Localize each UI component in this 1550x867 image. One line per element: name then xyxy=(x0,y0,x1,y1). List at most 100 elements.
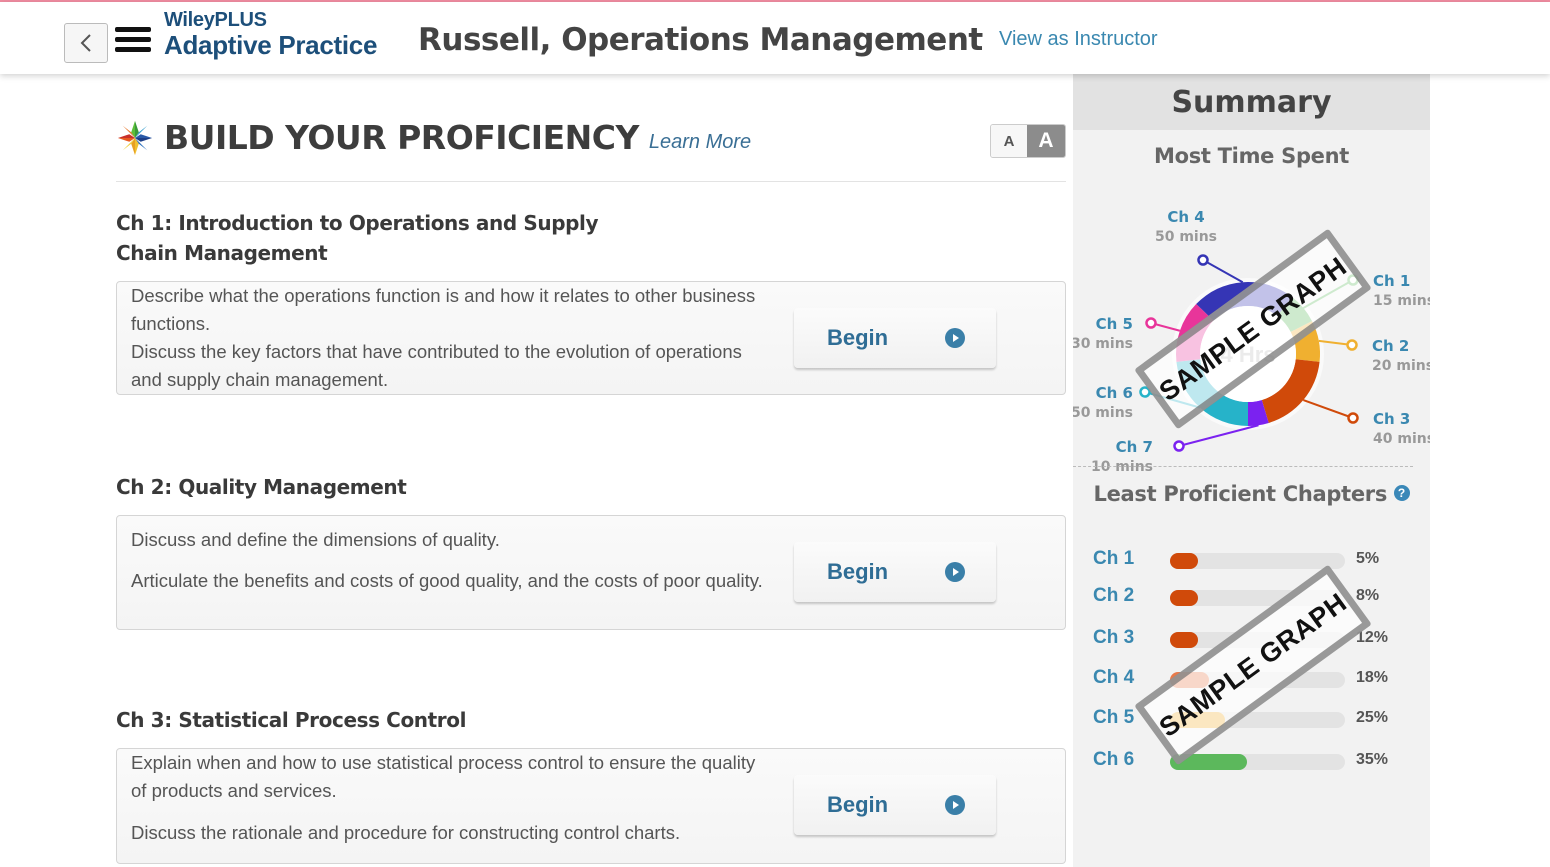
chapter-title: Ch 2: Quality Management xyxy=(116,472,1066,502)
bar-category-label[interactable]: Ch 1 xyxy=(1093,548,1134,570)
bar-value-label: 12% xyxy=(1356,629,1389,646)
donut-category-label: Ch 4 xyxy=(1167,208,1204,226)
least-proficient-title: Least Proficient Chapters xyxy=(1093,482,1388,506)
leader-marker xyxy=(1197,254,1209,266)
donut-value-label: 20 mins xyxy=(1372,358,1430,374)
bar-row: Ch 5 25% xyxy=(1093,707,1413,731)
back-button[interactable] xyxy=(64,23,108,63)
donut-value-label: 40 mins xyxy=(1373,431,1430,447)
donut-center-label: 4 Hrs xyxy=(1220,342,1275,367)
leader-marker xyxy=(1145,317,1157,329)
bar-value-label: 18% xyxy=(1356,669,1389,686)
star-logo-icon xyxy=(117,120,153,156)
chapter-card: Ch 3: Statistical Process Control Explai… xyxy=(116,705,1066,864)
donut-category-label: Ch 7 xyxy=(1116,438,1153,456)
chapter-title-line-1: Ch 2: Quality Management xyxy=(116,475,407,499)
leader-line xyxy=(1178,424,1259,447)
objectives-box: Discuss and define the dimensions of qua… xyxy=(116,515,1066,630)
bar-category-label[interactable]: Ch 4 xyxy=(1093,667,1134,689)
objectives-box: Describe what the operations function is… xyxy=(116,281,1066,395)
leader-marker xyxy=(1347,274,1359,286)
play-circle-icon xyxy=(945,562,965,582)
leader-line xyxy=(1302,279,1354,309)
logo-line-2: Adaptive Practice xyxy=(164,30,378,60)
donut-category-label: Ch 6 xyxy=(1096,384,1133,402)
font-size-toggle: A A xyxy=(990,124,1066,158)
leader-line xyxy=(1303,399,1354,419)
time-spent-donut-chart: 4 Hrs Ch 1 15 mins Ch 2 20 mins Ch 3 40 mins Ch… xyxy=(1071,204,1435,475)
leader-line xyxy=(1202,259,1244,284)
donut-value-label: 15 mins xyxy=(1373,293,1430,309)
donut-category-label: Ch 1 xyxy=(1373,272,1410,290)
bar-track xyxy=(1170,672,1345,688)
begin-button[interactable]: Begin xyxy=(794,308,996,368)
chapter-title-line-1: Ch 3: Statistical Process Control xyxy=(116,708,467,732)
bar-fill xyxy=(1170,712,1225,728)
logo-line-1: WileyPLUS xyxy=(164,9,267,31)
bar-row: Ch 2 8% xyxy=(1093,585,1413,609)
begin-button[interactable]: Begin xyxy=(794,542,996,602)
bar-row: Ch 6 35% xyxy=(1093,749,1413,773)
least-proficient-heading: Least Proficient Chapters ? xyxy=(1073,482,1430,506)
summary-panel: Summary Most Time Spent 4 Hrs Ch 1 15 mins… xyxy=(1071,74,1435,867)
course-title: Russell, Operations Management xyxy=(418,22,983,58)
chapter-title: Ch 1: Introduction to Operations and Sup… xyxy=(116,208,1066,268)
leader-marker xyxy=(1173,440,1185,452)
donut-category-label: Ch 2 xyxy=(1372,337,1409,355)
objective-text: Discuss the rationale and procedure for … xyxy=(131,822,681,843)
bar-value-label: 35% xyxy=(1356,751,1389,768)
section-divider xyxy=(1073,466,1413,467)
bar-fill xyxy=(1170,672,1210,688)
right-gutter xyxy=(1430,74,1550,867)
objective-text: Discuss the key factors that have contri… xyxy=(131,341,742,390)
bar-fill xyxy=(1170,754,1247,770)
bar-category-label[interactable]: Ch 3 xyxy=(1093,627,1134,649)
donut-chart-svg: 4 Hrs Ch 1 15 mins Ch 2 20 mins Ch 3 40 mins Ch… xyxy=(1071,208,1435,475)
bar-category-label[interactable]: Ch 6 xyxy=(1093,749,1134,771)
chevron-left-icon xyxy=(80,34,91,52)
hamburger-menu-icon[interactable] xyxy=(115,27,151,59)
objective-text: Articulate the benefits and costs of goo… xyxy=(131,570,763,591)
objectives-box: Explain when and how to use statistical … xyxy=(116,748,1066,864)
page-heading: BUILD YOUR PROFICIENCY Learn More xyxy=(116,118,751,157)
bar-track xyxy=(1170,632,1345,648)
leader-marker xyxy=(1139,386,1151,398)
main-content: BUILD YOUR PROFICIENCY Learn More A A Ch… xyxy=(0,74,1072,867)
objective-text: Explain when and how to use statistical … xyxy=(131,752,756,801)
donut-category-label: Ch 5 xyxy=(1096,315,1133,333)
begin-button[interactable]: Begin xyxy=(794,775,996,835)
bar-category-label[interactable]: Ch 5 xyxy=(1093,707,1134,729)
view-as-instructor-link[interactable]: View as Instructor xyxy=(999,28,1158,51)
bar-row: Ch 3 12% xyxy=(1093,627,1413,651)
chapter-title-line-1: Ch 1: Introduction to Operations and Sup… xyxy=(116,211,599,235)
bar-fill xyxy=(1170,590,1198,606)
donut-value-label: 50 mins xyxy=(1155,229,1217,245)
objective-text: Describe what the operations function is… xyxy=(131,285,756,334)
bar-track xyxy=(1170,590,1345,606)
bar-fill xyxy=(1170,632,1198,648)
wileyplus-logo[interactable]: WileyPLUS Adaptive Practice xyxy=(164,10,377,58)
chapter-title-line-2: Chain Management xyxy=(116,241,328,265)
bar-value-label: 25% xyxy=(1356,709,1389,726)
bar-row: Ch 1 5% xyxy=(1093,548,1413,572)
chapter-card: Ch 2: Quality Management Discuss and def… xyxy=(116,472,1066,630)
donut-category-label: Ch 3 xyxy=(1373,410,1410,428)
app-header: WileyPLUS Adaptive Practice Russell, Ope… xyxy=(0,2,1550,74)
font-size-large-button[interactable]: A xyxy=(1027,125,1065,157)
bar-value-label: 5% xyxy=(1356,550,1380,567)
bar-category-label[interactable]: Ch 2 xyxy=(1093,585,1134,607)
bar-track xyxy=(1170,553,1345,569)
play-circle-icon xyxy=(945,328,965,348)
donut-value-label: 50 mins xyxy=(1073,405,1133,421)
bar-track xyxy=(1170,712,1345,728)
help-icon[interactable]: ? xyxy=(1393,485,1410,501)
learn-more-link[interactable]: Learn More xyxy=(649,131,751,154)
leader-marker xyxy=(1346,339,1358,351)
bar-track xyxy=(1170,754,1345,770)
objective-text: Discuss and define the dimensions of qua… xyxy=(131,529,500,550)
heading-divider xyxy=(116,181,1066,182)
font-size-small-button[interactable]: A xyxy=(991,125,1027,157)
begin-button-label: Begin xyxy=(827,325,889,350)
page-title: BUILD YOUR PROFICIENCY xyxy=(164,118,639,157)
donut-value-label: 30 mins xyxy=(1073,336,1133,352)
